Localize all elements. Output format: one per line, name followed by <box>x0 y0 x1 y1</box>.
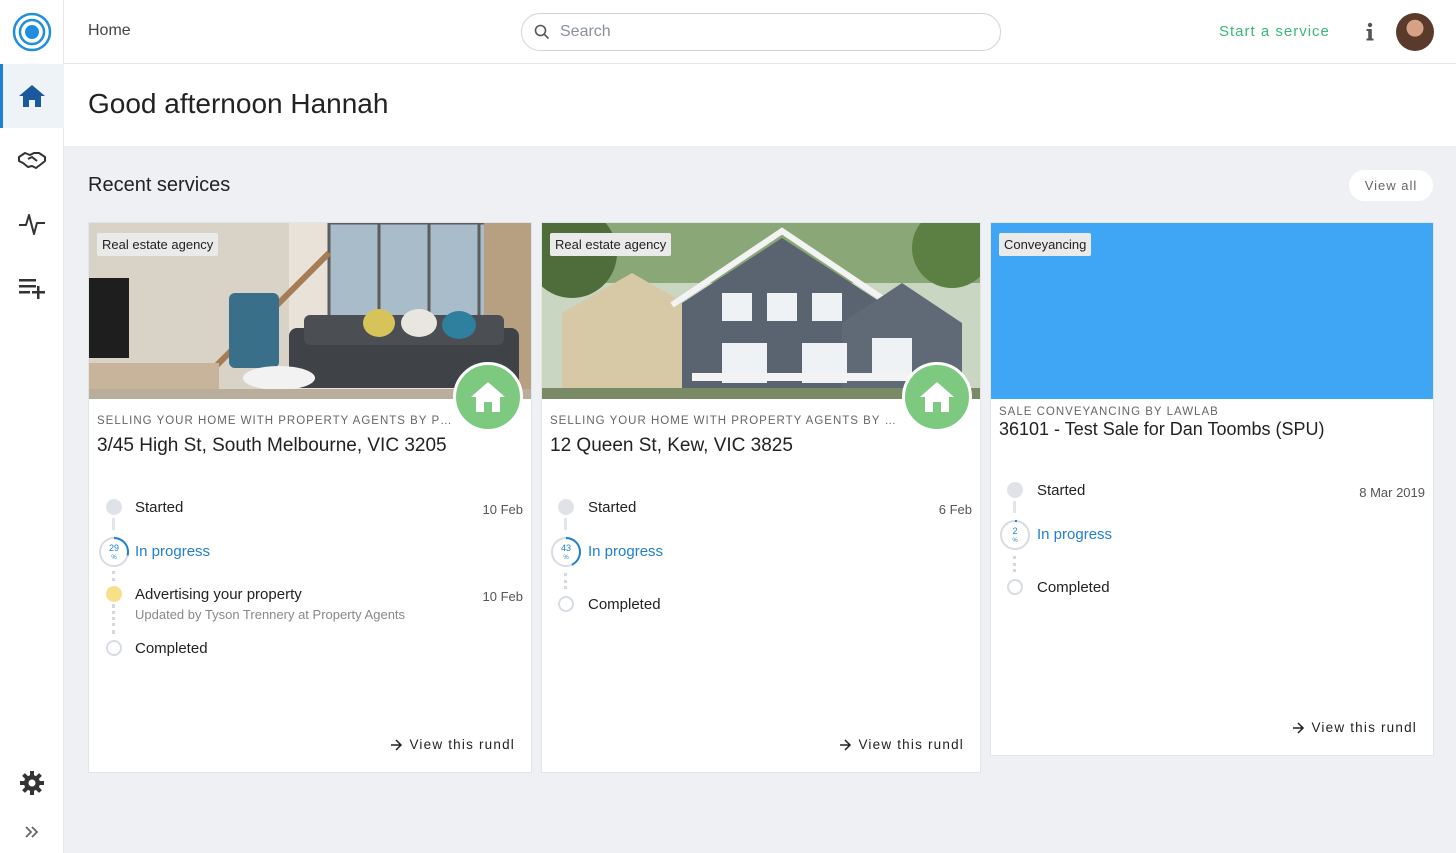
timeline-started-label: Started <box>588 499 637 516</box>
progress-ring: 43 % <box>551 537 581 567</box>
greeting-band: Good afternoon Hannah <box>64 64 1456 146</box>
home-icon <box>19 85 45 107</box>
view-rundl-link[interactable]: View this rundl <box>839 737 964 752</box>
sidebar-item-services[interactable] <box>0 128 64 192</box>
timeline-started-date: 6 Feb <box>938 502 972 517</box>
sidebar-item-activity[interactable] <box>0 192 64 256</box>
timeline-started-label: Started <box>135 499 184 516</box>
progress-unit: % <box>111 555 117 561</box>
service-card[interactable]: Conveyancing SALE CONVEYANCING BY LAWLAB… <box>990 222 1434 756</box>
service-title: 36101 - Test Sale for Dan Toombs (SPU) <box>999 419 1325 439</box>
timeline-event-label: Advertising your property <box>135 586 302 603</box>
timeline-event-updated-by: Updated by Tyson Trennery at Property Ag… <box>135 607 406 622</box>
search-box[interactable] <box>521 13 1001 51</box>
sidebar-item-add-service[interactable] <box>0 256 64 320</box>
timeline-in-progress-label: In progress <box>588 543 664 560</box>
progress-unit: % <box>1012 538 1018 544</box>
house-badge <box>453 362 523 432</box>
timeline-dot-started <box>106 499 122 515</box>
timeline-connector <box>1013 501 1016 513</box>
house-icon <box>471 382 505 412</box>
view-rundl-link[interactable]: View this rundl <box>390 737 515 752</box>
arrow-right-icon <box>391 738 403 751</box>
greeting-heading: Good afternoon Hannah <box>88 88 389 119</box>
house-badge <box>902 362 972 432</box>
service-type-label: SELLING YOUR HOME WITH PROPERTY AGENTS B… <box>550 415 900 427</box>
service-card[interactable]: Real estate agency SELLING YOUR HOME WIT… <box>541 222 981 773</box>
service-type-label: SELLING YOUR HOME WITH PROPERTY AGENTS B… <box>97 415 457 427</box>
search-input[interactable] <box>560 21 980 43</box>
arrow-right-icon <box>840 738 852 751</box>
timeline-connector-dotted <box>564 573 567 589</box>
timeline-connector <box>564 518 567 530</box>
top-bar: Home Start a service <box>64 0 1456 64</box>
sidebar <box>0 0 64 853</box>
timeline-event-date: 10 Feb <box>482 589 523 604</box>
view-all-button[interactable]: View all <box>1349 170 1433 201</box>
arrow-right-icon <box>1293 721 1305 734</box>
timeline-dot-started <box>1007 482 1023 498</box>
service-category-tag: Real estate agency <box>97 233 219 256</box>
activity-icon <box>19 214 45 235</box>
service-title: 3/45 High St, South Melbourne, VIC 3205 <box>97 435 447 456</box>
timeline-started-date: 8 Mar 2019 <box>1359 485 1425 500</box>
service-type-label: SALE CONVEYANCING BY LAWLAB <box>999 406 1219 418</box>
progress-percent: 2 <box>1012 526 1017 536</box>
progress-unit: % <box>563 555 569 561</box>
timeline-in-progress-label: In progress <box>1037 526 1113 543</box>
handshake-icon <box>18 152 46 169</box>
conveyancing-cover: Conveyancing <box>991 223 1433 399</box>
progress-ring: 2 % <box>1000 520 1030 550</box>
service-category-tag: Conveyancing <box>999 233 1092 256</box>
double-chevron-right-icon <box>25 826 39 838</box>
timeline-in-progress-label: In progress <box>135 543 211 560</box>
view-rundl-label: View this rundl <box>409 737 515 752</box>
view-rundl-label: View this rundl <box>858 737 964 752</box>
timeline-connector-dotted <box>112 604 115 634</box>
house-icon <box>920 382 954 412</box>
avatar[interactable] <box>1396 13 1434 51</box>
breadcrumb[interactable]: Home <box>88 22 131 40</box>
timeline-dot-started <box>558 499 574 515</box>
timeline-dot-completed <box>1007 579 1023 595</box>
timeline-connector <box>112 518 115 530</box>
timeline-dot-completed <box>558 596 574 612</box>
service-title: 12 Queen St, Kew, VIC 3825 <box>550 435 793 456</box>
timeline-dot-event <box>106 586 122 602</box>
timeline-connector-dotted <box>112 571 115 581</box>
timeline-dot-completed <box>106 640 122 656</box>
timeline-connector-dotted <box>1013 556 1016 572</box>
info-icon[interactable] <box>1360 20 1380 44</box>
search-icon <box>534 24 550 40</box>
recent-services-title: Recent services <box>88 174 231 196</box>
timeline-started-date: 10 Feb <box>482 502 523 517</box>
service-category-tag: Real estate agency <box>550 233 672 256</box>
view-rundl-label: View this rundl <box>1311 720 1417 735</box>
service-card[interactable]: Real estate agency SELLING YOUR HOME WIT… <box>88 222 532 773</box>
timeline-started-label: Started <box>1037 482 1086 499</box>
playlist-add-icon <box>19 279 45 299</box>
sidebar-item-home[interactable] <box>0 64 64 128</box>
gear-icon <box>20 771 44 795</box>
view-rundl-link[interactable]: View this rundl <box>1292 720 1417 735</box>
timeline-completed-label: Completed <box>588 596 661 613</box>
sidebar-expand[interactable] <box>0 800 64 853</box>
timeline-completed-label: Completed <box>135 640 208 657</box>
progress-percent: 29 <box>109 543 119 553</box>
start-service-link[interactable]: Start a service <box>1219 23 1330 40</box>
app-logo[interactable] <box>12 12 52 52</box>
progress-percent: 43 <box>561 543 571 553</box>
timeline-completed-label: Completed <box>1037 579 1110 596</box>
progress-ring: 29 % <box>99 537 129 567</box>
